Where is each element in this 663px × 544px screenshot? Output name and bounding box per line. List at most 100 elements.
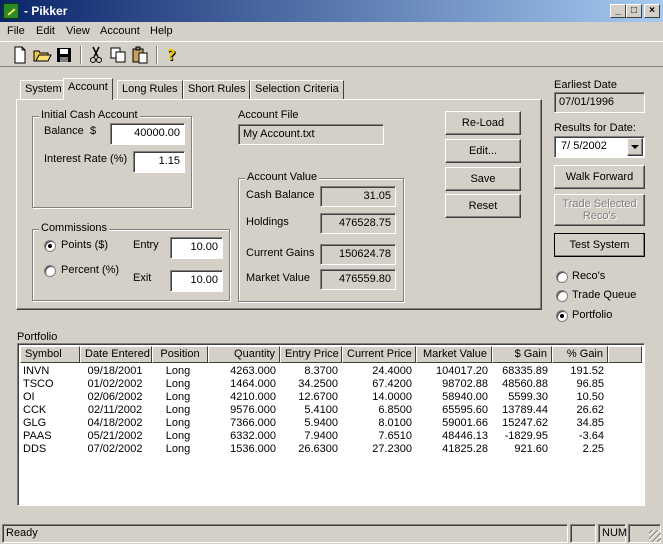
svg-text:?: ? bbox=[167, 46, 176, 64]
status-bar: Ready NUM bbox=[0, 522, 663, 544]
new-file-icon[interactable] bbox=[10, 45, 30, 65]
results-date-label: Results for Date: bbox=[554, 122, 636, 134]
table-cell: 59001.66 bbox=[442, 417, 488, 429]
help-icon[interactable]: ?? bbox=[162, 45, 182, 65]
table-cell: TSCO bbox=[23, 378, 54, 390]
walk-forward-button[interactable]: Walk Forward bbox=[554, 165, 645, 189]
balance-input[interactable]: 40000.00 bbox=[110, 123, 185, 145]
window-title: - Pikker bbox=[24, 4, 68, 18]
copy-icon[interactable] bbox=[108, 45, 128, 65]
table-row[interactable]: PAAS 05/21/2002 Long 6332.000 7.9400 7.6510 48… bbox=[18, 430, 642, 443]
tab-selection-criteria[interactable]: Selection Criteria bbox=[250, 80, 344, 99]
table-cell: 8.3700 bbox=[304, 365, 338, 377]
tab-long-rules[interactable]: Long Rules bbox=[117, 80, 183, 99]
trade-queue-radio[interactable] bbox=[556, 290, 568, 302]
resize-grip[interactable] bbox=[649, 530, 661, 542]
table-cell: 68335.89 bbox=[502, 365, 548, 377]
maximize-button[interactable]: □ bbox=[626, 4, 642, 18]
menu-view[interactable]: View bbox=[66, 25, 90, 37]
table-cell: 34.85 bbox=[576, 417, 604, 429]
table-row[interactable]: TSCO 01/02/2002 Long 1464.000 34.2500 67.4200… bbox=[18, 378, 642, 391]
col-position[interactable]: Position bbox=[152, 346, 208, 363]
earliest-date-label: Earliest Date bbox=[554, 79, 617, 91]
paste-icon[interactable] bbox=[130, 45, 150, 65]
table-cell: 09/18/2001 bbox=[87, 365, 143, 377]
table-cell: DDS bbox=[23, 443, 47, 455]
trade-selected-button[interactable]: Trade Selected Reco's bbox=[554, 194, 645, 226]
col-date-entered[interactable]: Date Entered bbox=[80, 346, 152, 363]
points-radio[interactable] bbox=[44, 240, 56, 252]
edit-button[interactable]: Edit... bbox=[445, 139, 521, 163]
table-cell: 13789.44 bbox=[502, 404, 548, 416]
table-cell: Long bbox=[165, 378, 191, 390]
table-cell: OI bbox=[23, 391, 35, 403]
col-market-value[interactable]: Market Value bbox=[416, 346, 492, 363]
col-entry-price[interactable]: Entry Price bbox=[280, 346, 342, 363]
account-file-label: Account File bbox=[238, 109, 299, 121]
test-system-button[interactable]: Test System bbox=[554, 233, 645, 257]
col-percent-gain[interactable]: % Gain bbox=[552, 346, 608, 363]
col-symbol[interactable]: Symbol bbox=[20, 346, 80, 363]
col-quantity[interactable]: Quantity bbox=[208, 346, 280, 363]
date-dropdown-button[interactable] bbox=[627, 138, 643, 156]
table-cell: -3.64 bbox=[578, 430, 604, 442]
entry-label: Entry bbox=[133, 239, 159, 251]
table-cell: 24.4000 bbox=[372, 365, 412, 377]
table-cell: Long bbox=[165, 417, 191, 429]
menu-edit[interactable]: Edit bbox=[36, 25, 55, 37]
table-cell: 02/11/2002 bbox=[87, 404, 143, 416]
title-bar: - Pikker _ □ × bbox=[0, 0, 663, 22]
table-row[interactable]: INVN 09/18/2001 Long 4263.000 8.3700 24.4000 1… bbox=[18, 365, 642, 378]
commissions-legend: Commissions bbox=[39, 222, 110, 234]
trade-selected-line1: Trade Selected bbox=[562, 198, 637, 210]
table-cell: 5.4100 bbox=[304, 404, 338, 416]
table-cell: 2.25 bbox=[582, 443, 604, 455]
menu-file[interactable]: File bbox=[7, 25, 25, 37]
reload-button[interactable]: Re-Load bbox=[445, 111, 521, 135]
table-row[interactable]: GLG 04/18/2002 Long 7366.000 5.9400 8.0100 590… bbox=[18, 417, 642, 430]
col-current-price[interactable]: Current Price bbox=[342, 346, 416, 363]
close-button[interactable]: × bbox=[644, 4, 660, 18]
save-disk-icon[interactable] bbox=[54, 45, 74, 65]
exit-commission-input[interactable]: 10.00 bbox=[170, 270, 223, 292]
table-cell: 27.2300 bbox=[372, 443, 412, 455]
table-cell: 104017.20 bbox=[436, 365, 488, 377]
market-value-value: 476559.80 bbox=[320, 269, 396, 290]
table-cell: 1464.000 bbox=[230, 378, 276, 390]
table-cell: 7.6510 bbox=[378, 430, 412, 442]
table-cell: 98702.88 bbox=[442, 378, 488, 390]
minimize-button[interactable]: _ bbox=[610, 4, 626, 18]
tab-account[interactable]: Account bbox=[63, 78, 113, 100]
table-row[interactable]: DDS 07/02/2002 Long 1536.000 26.6300 27.2300 4… bbox=[18, 443, 642, 456]
table-cell: 12.6700 bbox=[298, 391, 338, 403]
cut-icon[interactable] bbox=[86, 45, 106, 65]
col-dollar-gain[interactable]: $ Gain bbox=[492, 346, 552, 363]
table-row[interactable]: CCK 02/11/2002 Long 9576.000 5.4100 6.8500 655… bbox=[18, 404, 642, 417]
toolbar: ?? bbox=[0, 41, 663, 67]
table-cell: Long bbox=[165, 365, 191, 377]
table-cell: 34.2500 bbox=[298, 378, 338, 390]
account-value-legend: Account Value bbox=[245, 171, 320, 183]
points-label: Points ($) bbox=[61, 239, 109, 251]
table-cell: 67.4200 bbox=[372, 378, 412, 390]
tab-system[interactable]: System bbox=[20, 80, 67, 99]
percent-radio[interactable] bbox=[44, 265, 56, 277]
menu-account[interactable]: Account bbox=[100, 25, 140, 37]
menu-help[interactable]: Help bbox=[150, 25, 173, 37]
save-button[interactable]: Save bbox=[445, 167, 521, 191]
reset-button[interactable]: Reset bbox=[445, 194, 521, 218]
earliest-date-field: 07/01/1996 bbox=[554, 92, 645, 113]
open-folder-icon[interactable] bbox=[32, 45, 52, 65]
tab-short-rules[interactable]: Short Rules bbox=[183, 80, 251, 99]
table-cell: CCK bbox=[23, 404, 47, 416]
entry-commission-input[interactable]: 10.00 bbox=[170, 237, 223, 259]
chevron-down-icon bbox=[631, 145, 639, 149]
portfolio-radio[interactable] bbox=[556, 310, 568, 322]
table-row[interactable]: OI 02/06/2002 Long 4210.000 12.6700 14.0000 58… bbox=[18, 391, 642, 404]
recos-radio[interactable] bbox=[556, 271, 568, 283]
portfolio-list[interactable]: Symbol Date Entered Position Quantity En… bbox=[17, 343, 645, 506]
interest-rate-input[interactable]: 1.15 bbox=[133, 151, 185, 173]
table-cell: 02/06/2002 bbox=[87, 391, 143, 403]
table-cell: 921.60 bbox=[514, 443, 548, 455]
account-file-field: My Account.txt bbox=[238, 124, 384, 145]
